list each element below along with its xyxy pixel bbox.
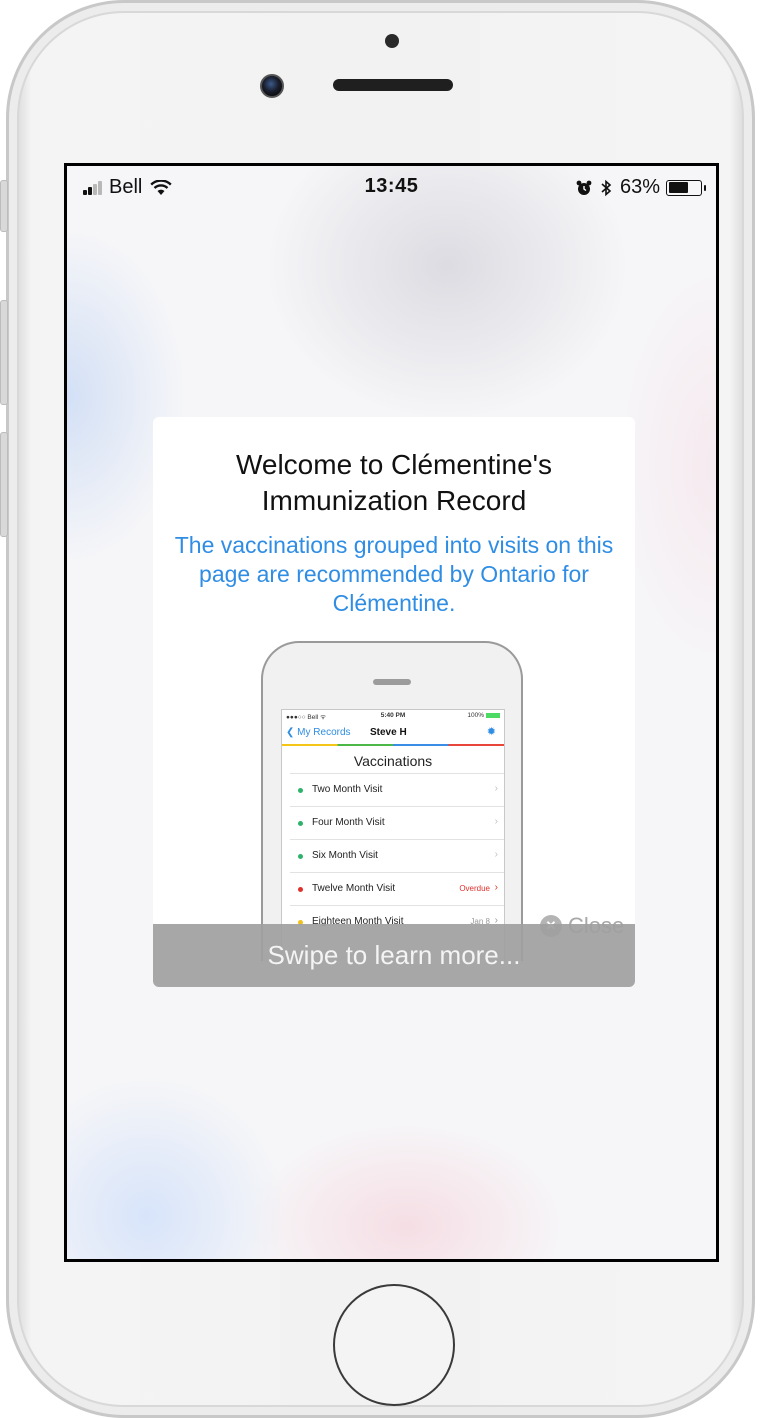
illustration-visit-label: Twelve Month Visit [312, 883, 396, 894]
illustration-visit-status: Overdue [459, 884, 490, 893]
status-dot-icon [298, 788, 303, 793]
phone-screen: Bell 13:45 63% Welcome to Clémentine's I… [64, 163, 719, 1262]
chevron-right-icon: › [494, 816, 498, 827]
illustration-visit-list: Two Month Visit › Four Month Visit › Six Mon… [282, 773, 504, 938]
illustration-visit-label: Two Month Visit [312, 784, 383, 795]
illustration-status-bar: ●●●○○ Bell ᯤ 5:40 PM 100% [282, 710, 504, 722]
gear-icon: ✹ [486, 726, 496, 738]
illustration-visit-row: Two Month Visit › [290, 773, 504, 806]
bluetooth-icon [601, 179, 612, 196]
volume-down-button [0, 432, 8, 537]
battery-fill [668, 182, 689, 193]
illustration-visit-label: Four Month Visit [312, 817, 385, 828]
illustration-heading: Vaccinations [353, 753, 433, 769]
volume-up-button [0, 300, 8, 405]
illustration-battery-icon [486, 712, 500, 718]
welcome-title: Welcome to Clémentine's Immunization Rec… [235, 449, 553, 516]
illustration-visit-row: Twelve Month Visit Overdue › [290, 872, 504, 905]
illustration-back-label: My Records [297, 727, 351, 738]
illustration-back-link: ❮ My Records [286, 727, 351, 738]
illustration-nav-title: Steve H [370, 727, 407, 738]
illustration-speaker [373, 679, 411, 685]
alarm-icon [576, 180, 592, 195]
proximity-sensor [385, 34, 399, 48]
battery-icon [666, 179, 706, 196]
illustration-battery: 100% [467, 712, 500, 719]
chevron-right-icon: › [494, 783, 498, 794]
illustration-visit-row: Six Month Visit › [290, 839, 504, 872]
status-dot-icon [298, 821, 303, 826]
illustration-visit-row: Four Month Visit › [290, 806, 504, 839]
illustration-battery-percent: 100% [467, 712, 484, 719]
status-dot-icon [298, 854, 303, 859]
swipe-hint-banner[interactable]: Swipe to learn more... [153, 924, 635, 987]
earpiece-speaker [333, 79, 453, 91]
phone-illustration: ●●●○○ Bell ᯤ 5:40 PM 100% ❮ My Records S… [261, 641, 523, 961]
status-right: 63% [576, 176, 706, 199]
mute-switch [0, 180, 8, 232]
welcome-subtitle: The vaccinations grouped into visits on … [174, 532, 614, 616]
status-dot-icon [298, 887, 303, 892]
welcome-card[interactable]: Welcome to Clémentine's Immunization Rec… [153, 417, 635, 987]
chevron-right-icon: › [494, 882, 498, 893]
battery-percent: 63% [619, 176, 660, 198]
chevron-right-icon: › [494, 849, 498, 860]
home-button[interactable] [333, 1284, 455, 1406]
chevron-left-icon: ❮ [286, 727, 295, 738]
front-camera-icon [260, 74, 284, 98]
screen-content: Bell 13:45 63% Welcome to Clémentine's I… [67, 166, 716, 1259]
illustration-nav-bar: ❮ My Records Steve H ✹ [282, 722, 504, 744]
status-bar: Bell 13:45 63% [67, 166, 716, 208]
illustration-visit-label: Six Month Visit [312, 850, 378, 861]
